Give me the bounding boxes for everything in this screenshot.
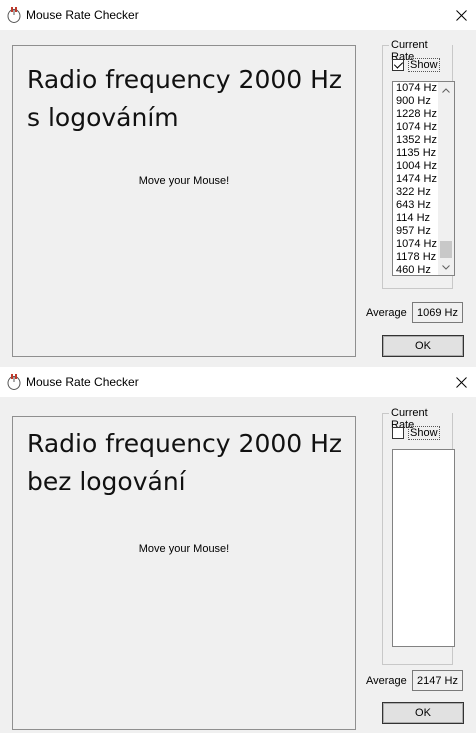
mouse-app-icon (7, 374, 21, 390)
mouse-rate-checker-window-1: Mouse Rate Checker Radio frequency 2000 … (0, 0, 476, 367)
show-label: Show (408, 58, 440, 72)
mouse-move-area[interactable]: Radio frequency 2000 Hz s logováním Move… (12, 45, 356, 357)
rate-list-item[interactable]: 1474 Hz (396, 173, 437, 186)
current-rate-group: Current Rate Show (382, 407, 455, 665)
vertical-scrollbar[interactable] (438, 82, 454, 275)
rate-list-item[interactable]: 643 Hz (396, 199, 437, 212)
ok-button[interactable]: OK (382, 335, 464, 357)
close-icon (455, 9, 467, 21)
rate-list-item[interactable]: 1074 Hz (396, 82, 437, 95)
scroll-thumb[interactable] (440, 241, 452, 258)
show-label: Show (408, 426, 440, 440)
close-icon (455, 376, 467, 388)
close-button[interactable] (446, 0, 476, 30)
chevron-down-icon (442, 264, 450, 270)
mouse-rate-checker-window-2: Mouse Rate Checker Radio frequency 2000 … (0, 367, 476, 733)
move-mouse-text: Move your Mouse! (138, 175, 230, 187)
rate-listbox[interactable]: 1074 Hz 900 Hz 1228 Hz 1074 Hz 1352 Hz 1135 H… (392, 81, 455, 276)
rate-list-item[interactable]: 460 Hz (396, 264, 437, 275)
show-checkbox[interactable] (392, 59, 404, 71)
current-rate-group: Current Rate Show 1074 Hz 900 Hz 1228 Hz 10… (382, 39, 455, 289)
caption-line-1: Radio frequency 2000 Hz (27, 429, 343, 458)
average-label: Average (366, 675, 407, 687)
window-title: Mouse Rate Checker (26, 375, 139, 389)
rate-list-item[interactable]: 1074 Hz (396, 238, 437, 251)
caption-line-1: Radio frequency 2000 Hz (27, 65, 343, 94)
rate-list-item[interactable]: 1004 Hz (396, 160, 437, 173)
caption-line-2: s logováním (27, 103, 179, 132)
rate-list-item[interactable]: 957 Hz (396, 225, 437, 238)
rate-list-item[interactable]: 1135 Hz (396, 147, 437, 160)
show-checkbox[interactable] (392, 427, 404, 439)
mouse-app-icon (7, 7, 21, 23)
ok-button[interactable]: OK (382, 702, 464, 724)
scroll-up-button[interactable] (438, 82, 454, 98)
average-label: Average (366, 307, 407, 319)
rate-list-item[interactable]: 900 Hz (396, 95, 437, 108)
average-value: 2147 Hz (412, 670, 463, 691)
average-value: 1069 Hz (412, 302, 463, 323)
rate-list-item[interactable]: 114 Hz (396, 212, 437, 225)
rate-list-item[interactable]: 1178 Hz (396, 251, 437, 264)
scroll-down-button[interactable] (438, 259, 454, 275)
chevron-up-icon (442, 87, 450, 93)
close-button[interactable] (446, 367, 476, 397)
title-bar[interactable]: Mouse Rate Checker (0, 0, 476, 30)
caption-line-2: bez logování (27, 467, 186, 496)
show-checkbox-row[interactable]: Show (392, 426, 440, 440)
window-title: Mouse Rate Checker (26, 8, 139, 22)
rate-list-item[interactable]: 1074 Hz (396, 121, 437, 134)
rate-listbox[interactable] (392, 449, 455, 647)
rate-list: 1074 Hz 900 Hz 1228 Hz 1074 Hz 1352 Hz 1135 H… (396, 82, 437, 275)
title-bar[interactable]: Mouse Rate Checker (0, 367, 476, 397)
rate-list-item[interactable]: 1228 Hz (396, 108, 437, 121)
rate-list-item[interactable]: 1352 Hz (396, 134, 437, 147)
mouse-move-area[interactable]: Radio frequency 2000 Hz bez logování Mov… (12, 416, 356, 730)
show-checkbox-row[interactable]: Show (392, 58, 440, 72)
rate-list-item[interactable]: 322 Hz (396, 186, 437, 199)
move-mouse-text: Move your Mouse! (138, 543, 230, 555)
